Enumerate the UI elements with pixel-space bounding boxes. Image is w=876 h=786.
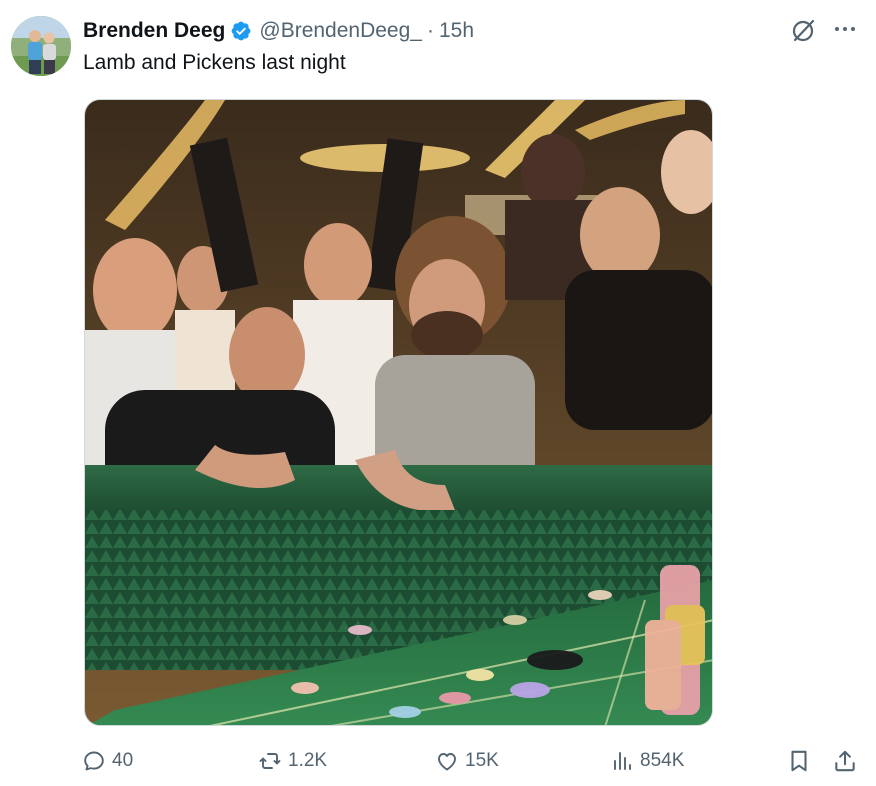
post-timestamp[interactable]: 15h [439,19,474,43]
post-header: Brenden Deeg @BrendenDeeg_ · 15h [83,17,474,45]
like-button[interactable]: 15K [435,744,499,778]
action-bar: 40 1.2K 15K 854K [0,744,876,778]
author-handle[interactable]: @BrendenDeeg_ [259,19,422,43]
post-text: Lamb and Pickens last night [83,51,346,74]
reply-count: 40 [112,750,134,771]
post-media-image[interactable] [84,99,713,726]
heart-icon [438,753,456,771]
separator-dot: · [426,19,434,42]
grok-icon[interactable] [790,16,818,44]
repost-button[interactable]: 1.2K [258,744,327,778]
avatar[interactable] [11,16,71,76]
reply-icon [84,751,104,771]
author-name[interactable]: Brenden Deeg [83,19,225,43]
bookmark-icon[interactable] [786,748,812,774]
views-count: 854K [640,750,685,771]
views-button[interactable]: 854K [610,744,684,778]
reply-button[interactable]: 40 [82,744,133,778]
avatar-photo-icon [11,16,71,76]
repost-icon [259,753,281,769]
repost-count: 1.2K [288,750,328,771]
views-chart-icon [614,752,631,770]
share-icon[interactable] [832,748,858,774]
verified-badge-icon [231,21,251,41]
more-options-icon[interactable] [832,14,858,44]
casino-craps-photo-icon [85,100,712,725]
like-count: 15K [465,750,499,771]
